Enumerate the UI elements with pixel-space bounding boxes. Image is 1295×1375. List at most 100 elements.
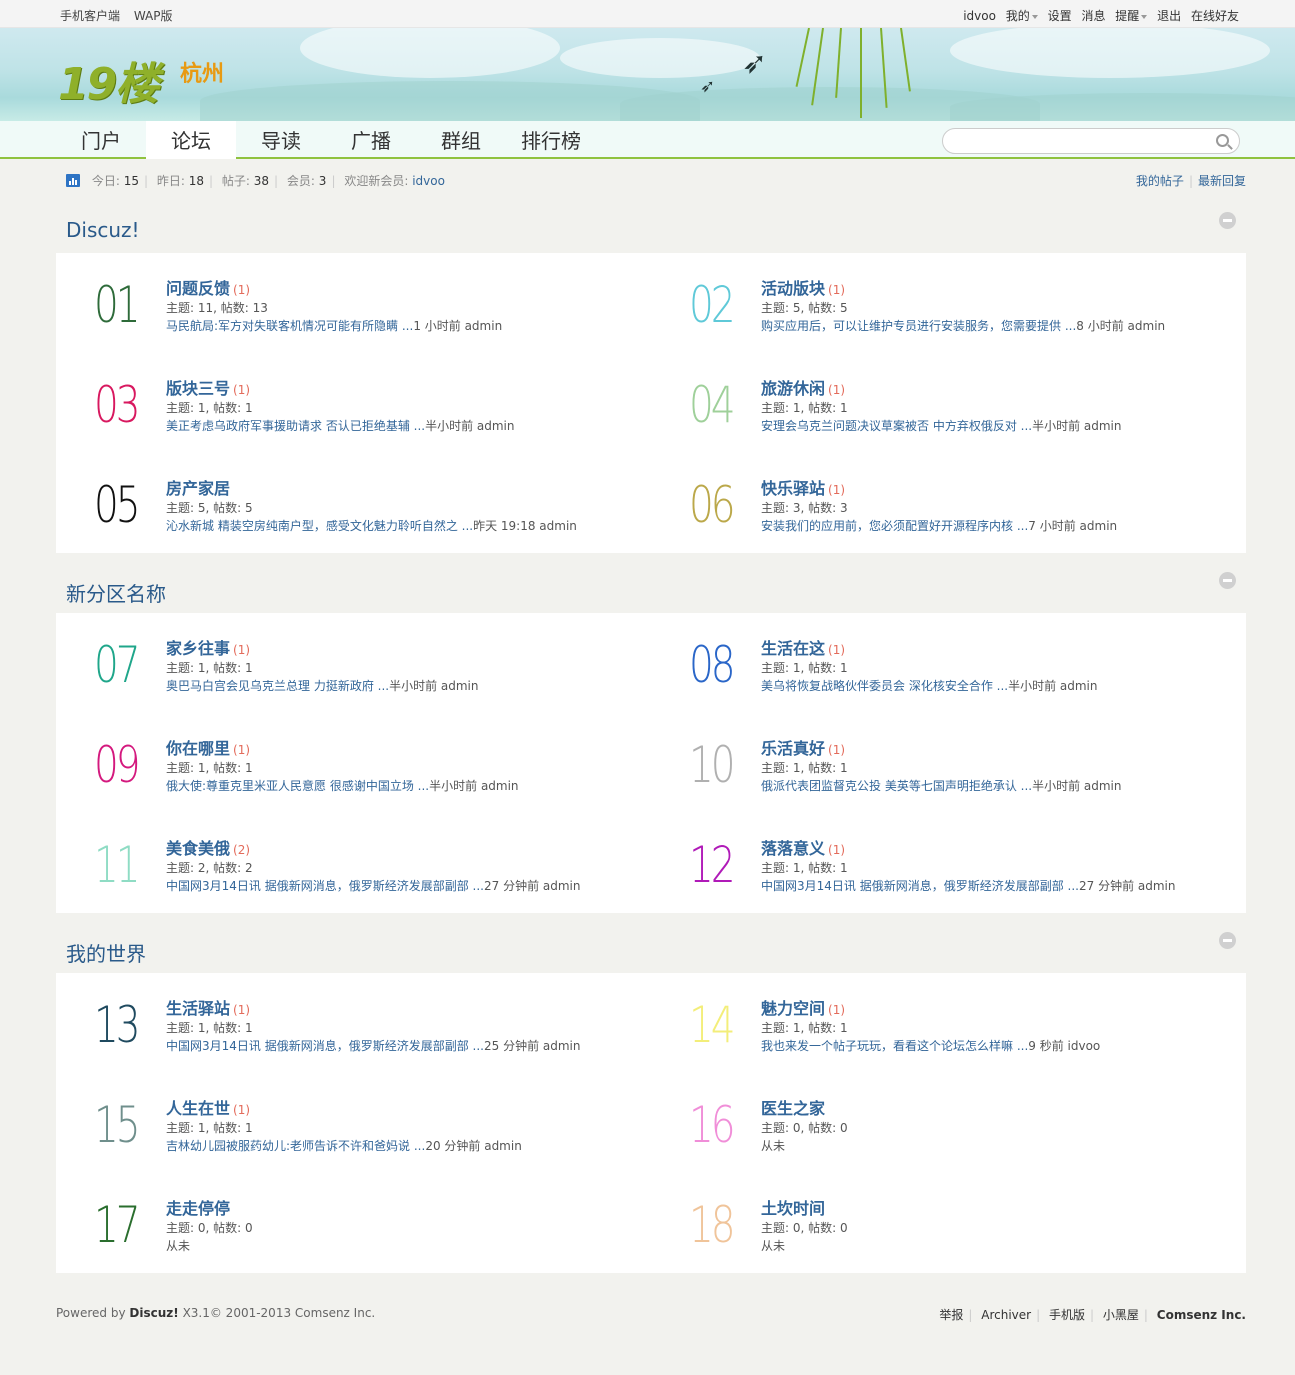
my-menu[interactable]: 我的 (1006, 9, 1038, 23)
header-banner: ➶ ➶ 19楼 杭州 (0, 28, 1295, 121)
footer-link-blacklist[interactable]: 小黑屋 (1103, 1308, 1139, 1322)
forum-name[interactable]: 生活驿站 (1) (166, 995, 250, 1019)
section-header: 新分区名称 (56, 558, 1246, 613)
forum-name[interactable]: 旅游休闲 (1) (761, 375, 845, 399)
forum-new-count: (1) (233, 283, 251, 297)
last-post-time: 25 分钟前 admin (483, 1039, 581, 1053)
nav-item-3[interactable]: 广播 (326, 121, 416, 159)
last-post-link[interactable]: 安装我们的应用前，您必须配置好开源程序内核 ... (761, 519, 1028, 533)
forum-name[interactable]: 家乡往事 (1) (166, 635, 250, 659)
collapse-icon[interactable] (1219, 212, 1236, 229)
footer-link-mobile[interactable]: 手机版 (1049, 1308, 1085, 1322)
last-post-link[interactable]: 中国网3月14日讯 据俄新网消息，俄罗斯经济发展部副部 ... (166, 1039, 484, 1053)
forum-name[interactable]: 医生之家 (761, 1095, 825, 1119)
latest-replies-link[interactable]: 最新回复 (1198, 174, 1246, 188)
forum-name-text: 版块三号 (166, 379, 231, 398)
logout-link[interactable]: 退出 (1157, 9, 1181, 23)
username-link[interactable]: idvoo (963, 9, 996, 23)
forum-name-text: 房产家居 (166, 479, 231, 498)
last-post-link[interactable]: 购买应用后，可以让维护专员进行安装服务，您需要提供 ... (761, 319, 1076, 333)
last-post-link[interactable]: 马民航局:军方对失联客机情况可能有所隐瞒 ... (166, 319, 413, 333)
forum-item: 14 魅力空间 (1) 主题: 1, 帖数: 1 我也来发一个帖子玩玩，看看这个论坛怎么… (651, 973, 1246, 1073)
forum-name[interactable]: 版块三号 (1) (166, 375, 250, 399)
search-input[interactable] (953, 130, 1213, 152)
wap-link[interactable]: WAP版 (134, 9, 173, 23)
last-post-link[interactable]: 俄派代表团监督克公投 美英等七国声明拒绝承认 ... (761, 779, 1032, 793)
forum-name[interactable]: 魅力空间 (1) (761, 995, 845, 1019)
forum-meta: 主题: 0, 帖数: 0 (761, 1221, 848, 1235)
forum-panel: 01 问题反馈 (1) 主题: 11, 帖数: 13 马民航局:军方对失联客机情况可能有… (56, 253, 1246, 553)
new-member-link[interactable]: idvoo (412, 174, 445, 188)
forum-name-text: 魅力空间 (761, 999, 826, 1018)
last-post-link[interactable]: 美乌将恢复战略伙伴委员会 深化核安全合作 ... (761, 679, 1008, 693)
swallow-icon: ➶ (700, 76, 716, 97)
last-post-link[interactable]: 俄大使:尊重克里米亚人民意愿 很感谢中国立场 ... (166, 779, 429, 793)
forum-last-post: 安理会乌克兰问题决议草案被否 中方弃权俄反对 ...半小时前 admin (761, 417, 1122, 434)
nav-item-0[interactable]: 门户 (56, 121, 146, 159)
last-post-link[interactable]: 吉林幼儿园被服药幼儿:老师告诉不许和爸妈说 ... (166, 1139, 425, 1153)
messages-link[interactable]: 消息 (1081, 9, 1105, 23)
forum-panel: 13 生活驿站 (1) 主题: 1, 帖数: 1 中国网3月14日讯 据俄新网消息，俄罗… (56, 973, 1246, 1273)
top-bar-left: 手机客户端 WAP版 (60, 7, 183, 24)
footer-company[interactable]: Comsenz Inc. (1157, 1308, 1246, 1322)
forum-name[interactable]: 房产家居 (166, 475, 230, 499)
search-icon[interactable] (1216, 134, 1229, 147)
last-post-time: 半小时前 admin (429, 779, 519, 793)
forum-name[interactable]: 人生在世 (1) (166, 1095, 250, 1119)
nav-item-1[interactable]: 论坛 (146, 121, 236, 159)
forum-name[interactable]: 走走停停 (166, 1195, 230, 1219)
reminders-menu[interactable]: 提醒 (1115, 9, 1148, 23)
last-post-link[interactable]: 奥巴马白宫会见乌克兰总理 力挺新政府 ... (166, 679, 389, 693)
forum-new-count: (1) (828, 743, 846, 757)
last-post-link[interactable]: 中国网3月14日讯 据俄新网消息，俄罗斯经济发展部副部 ... (166, 879, 484, 893)
online-friends-link[interactable]: 在线好友 (1191, 9, 1239, 23)
section-title[interactable]: Discuz! (66, 218, 140, 242)
mobile-client-link[interactable]: 手机客户端 (60, 9, 120, 23)
nav-item-5[interactable]: 排行榜 (506, 121, 596, 159)
forum-name[interactable]: 活动版块 (1) (761, 275, 845, 299)
forum-last-post: 安装我们的应用前，您必须配置好开源程序内核 ...7 小时前 admin (761, 517, 1117, 534)
last-post-link[interactable]: 沁水新城 精装空房纯南户型，感受文化魅力聆听自然之 ... (166, 519, 473, 533)
forum-number: 15 (94, 1096, 140, 1154)
forum-name[interactable]: 你在哪里 (1) (166, 735, 250, 759)
forum-name[interactable]: 问题反馈 (1) (166, 275, 250, 299)
last-post-link[interactable]: 我也来发一个帖子玩玩，看看这个论坛怎么样嘛 ... (761, 1039, 1028, 1053)
forum-meta: 主题: 1, 帖数: 1 (761, 1021, 848, 1035)
forum-name[interactable]: 落落意义 (1) (761, 835, 845, 859)
site-logo[interactable]: 19楼 (58, 48, 159, 112)
forum-name-text: 落落意义 (761, 839, 826, 858)
forum-meta: 主题: 1, 帖数: 1 (761, 761, 848, 775)
footer-link-report[interactable]: 举报 (939, 1308, 963, 1322)
members-label: 会员: (286, 174, 315, 188)
forum-name[interactable]: 土坎时间 (761, 1195, 825, 1219)
collapse-icon[interactable] (1219, 932, 1236, 949)
settings-link[interactable]: 设置 (1048, 9, 1072, 23)
footer-link-archiver[interactable]: Archiver (981, 1308, 1031, 1322)
forum-item: 16 医生之家 主题: 0, 帖数: 0 从未 (651, 1073, 1246, 1173)
powered-brand[interactable]: Discuz! (129, 1306, 178, 1320)
forum-name[interactable]: 乐活真好 (1) (761, 735, 845, 759)
last-post-time: 半小时前 admin (1008, 679, 1098, 693)
nav-item-2[interactable]: 导读 (236, 121, 326, 159)
today-label: 今日: (91, 174, 120, 188)
forum-name[interactable]: 快乐驿站 (1) (761, 475, 845, 499)
forum-item: 03 版块三号 (1) 主题: 1, 帖数: 1 美正考虑乌政府军事援助请求 否认已拒绝… (56, 353, 651, 453)
my-posts-link[interactable]: 我的帖子 (1136, 174, 1184, 188)
last-post-time: 半小时前 admin (389, 679, 479, 693)
collapse-icon[interactable] (1219, 572, 1236, 589)
forum-meta: 主题: 0, 帖数: 0 (166, 1221, 253, 1235)
forum-meta: 主题: 1, 帖数: 1 (166, 761, 253, 775)
forum-number: 02 (689, 276, 735, 334)
forum-name[interactable]: 生活在这 (1) (761, 635, 845, 659)
forum-name[interactable]: 美食美俄 (2) (166, 835, 250, 859)
forum-meta: 主题: 1, 帖数: 1 (761, 861, 848, 875)
section-title[interactable]: 新分区名称 (66, 578, 166, 607)
chart-icon[interactable] (66, 174, 80, 187)
members-count: 3 (318, 174, 327, 188)
last-post-link[interactable]: 美正考虑乌政府军事援助请求 否认已拒绝基辅 ... (166, 419, 425, 433)
last-post-link[interactable]: 安理会乌克兰问题决议草案被否 中方弃权俄反对 ... (761, 419, 1032, 433)
last-post-link[interactable]: 中国网3月14日讯 据俄新网消息，俄罗斯经济发展部副部 ... (761, 879, 1079, 893)
forum-number: 17 (94, 1196, 140, 1254)
nav-item-4[interactable]: 群组 (416, 121, 506, 159)
section-title[interactable]: 我的世界 (66, 938, 146, 967)
